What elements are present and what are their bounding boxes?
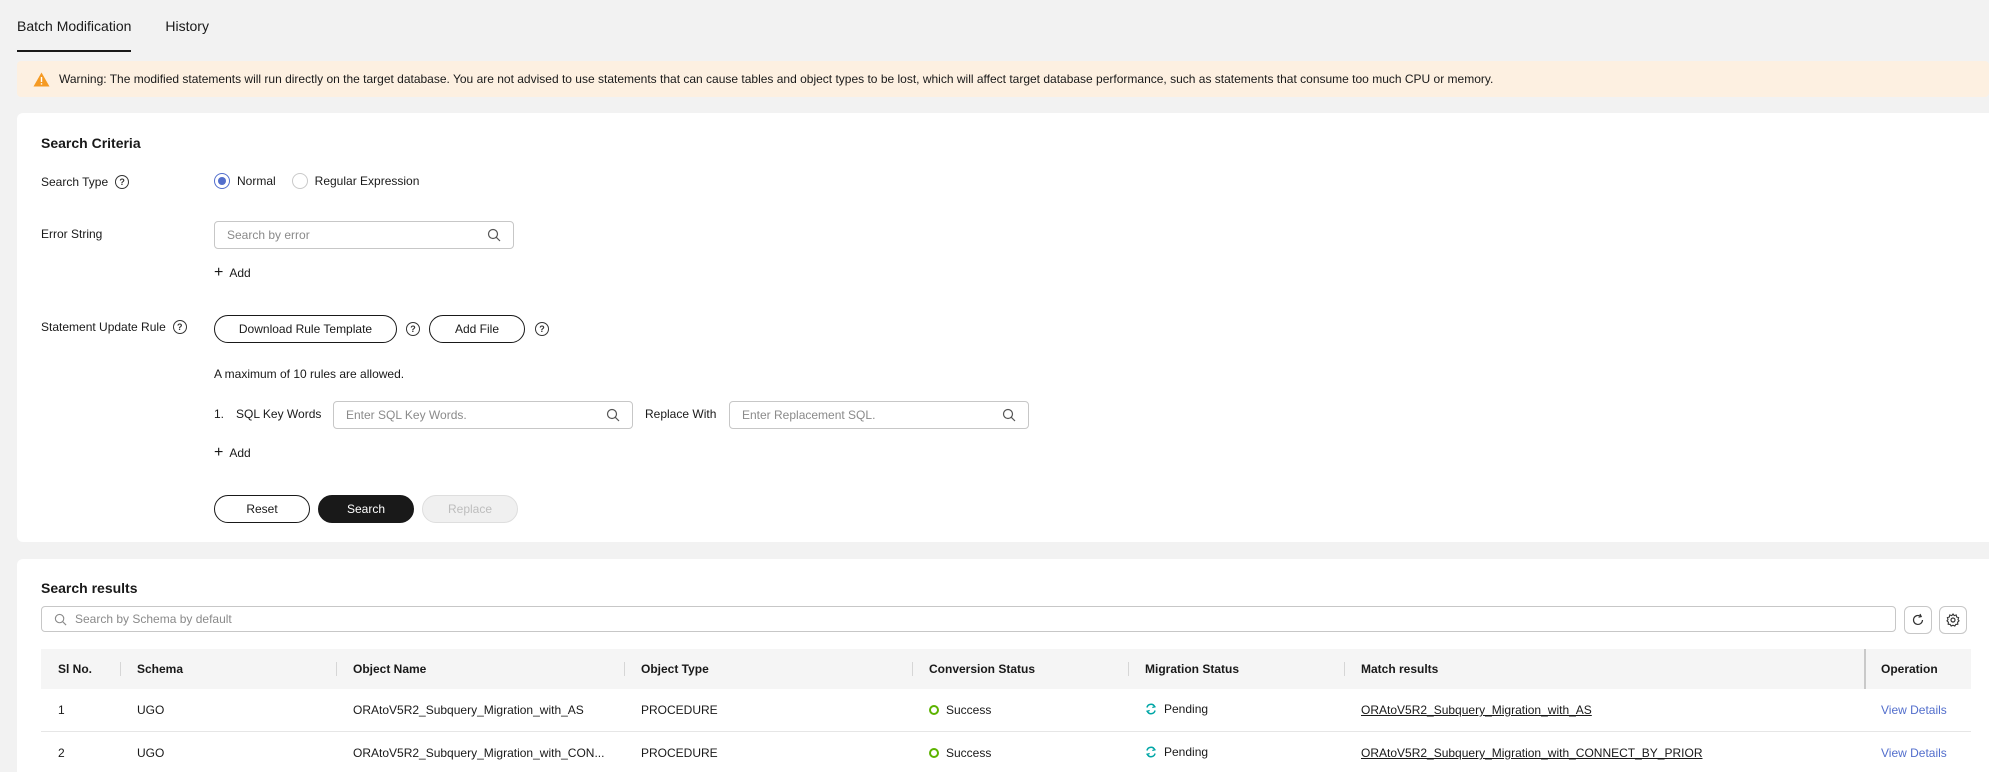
add-rule-button[interactable]: + Add — [214, 444, 251, 461]
add-error-string-label: Add — [229, 266, 251, 280]
cell-object-type: PROCEDURE — [641, 703, 718, 717]
rule-index: 1. — [214, 407, 225, 421]
search-type-label: Search Type — [41, 175, 109, 189]
replace-with-label: Replace With — [645, 407, 717, 421]
replacement-sql-input[interactable]: Enter Replacement SQL. — [729, 401, 1029, 429]
search-icon — [1002, 408, 1016, 422]
col-conversion-status: Conversion Status — [912, 649, 1128, 689]
success-status-icon — [929, 704, 939, 715]
cell-conversion-status: Success — [912, 746, 1128, 761]
results-search-input[interactable]: Search by Schema by default — [41, 606, 1896, 632]
statement-rule-label-row: Statement Update Rule ? — [41, 320, 187, 334]
help-icon[interactable]: ? — [115, 175, 130, 189]
cell-migration-status: Pending — [1128, 745, 1344, 761]
search-type-radio-group: Normal Regular Expression — [214, 173, 425, 189]
table-header: Sl No. Schema Object Name Object Type Co… — [41, 649, 1971, 689]
cell-migration-status: Pending — [1128, 702, 1344, 718]
cell-object-type: PROCEDURE — [641, 746, 718, 760]
download-rule-template-button[interactable]: Download Rule Template — [214, 315, 397, 343]
col-match-results: Match results — [1344, 649, 1864, 689]
search-icon — [54, 613, 67, 625]
replacement-sql-placeholder: Enter Replacement SQL. — [742, 408, 876, 422]
search-criteria-card: Search Criteria Search Type ? Normal Reg… — [17, 113, 1989, 542]
gear-icon — [1946, 613, 1960, 627]
cell-match-results: ORAtoV5R2_Subquery_Migration_with_CONNEC… — [1344, 746, 1864, 760]
warning-triangle-icon — [33, 72, 50, 86]
cell-schema: UGO — [137, 703, 165, 717]
col-object-name: Object Name — [336, 649, 624, 689]
replace-button[interactable]: Replace — [422, 495, 518, 523]
error-string-label: Error String — [41, 227, 103, 241]
sql-keywords-placeholder: Enter SQL Key Words. — [346, 408, 467, 422]
cell-operation: View Details — [1864, 703, 1971, 717]
add-rule-label: Add — [229, 446, 251, 460]
col-sl-no: Sl No. — [58, 662, 93, 676]
view-details-link[interactable]: View Details — [1881, 746, 1947, 760]
statement-rule-label: Statement Update Rule — [41, 320, 166, 334]
settings-button[interactable] — [1939, 606, 1967, 634]
error-string-input[interactable]: Search by error — [214, 221, 514, 249]
radio-normal[interactable]: Normal — [214, 173, 282, 189]
cell-operation: View Details — [1864, 746, 1971, 760]
reset-button[interactable]: Reset — [214, 495, 310, 523]
radio-regular-expression[interactable]: Regular Expression — [291, 173, 426, 189]
cell-no: 2 — [58, 746, 65, 760]
sql-keywords-input[interactable]: Enter SQL Key Words. — [333, 401, 633, 429]
cell-conversion-status: Success — [912, 703, 1128, 718]
radio-regex-label: Regular Expression — [314, 174, 420, 188]
search-results-card: Search results Search by Schema by defau… — [17, 559, 1989, 772]
results-table: Sl No. Schema Object Name Object Type Co… — [41, 649, 1971, 772]
results-search-placeholder: Search by Schema by default — [75, 612, 232, 626]
search-criteria-title: Search Criteria — [41, 135, 141, 151]
radio-normal-label: Normal — [237, 174, 276, 188]
col-object-type: Object Type — [624, 649, 912, 689]
search-button[interactable]: Search — [318, 495, 414, 523]
add-error-string-button[interactable]: + Add — [214, 264, 251, 281]
refresh-icon — [1912, 613, 1924, 626]
max-rules-note: A maximum of 10 rules are allowed. — [214, 367, 405, 381]
plus-icon: + — [214, 444, 224, 461]
refresh-button[interactable] — [1904, 606, 1932, 634]
plus-icon: + — [214, 264, 224, 281]
sql-keywords-label: SQL Key Words — [236, 407, 322, 421]
pending-sync-icon — [1145, 746, 1157, 758]
table-row: 1 UGO ORAtoV5R2_Subquery_Migration_with_… — [41, 689, 1971, 732]
cell-object-name: ORAtoV5R2_Subquery_Migration_with_AS — [353, 703, 584, 717]
help-icon[interactable]: ? — [172, 320, 187, 334]
cell-object-name: ORAtoV5R2_Subquery_Migration_with_CON... — [353, 746, 605, 760]
success-status-icon — [929, 747, 939, 758]
error-string-label-row: Error String — [41, 227, 102, 241]
warning-banner: Warning: The modified statements will ru… — [17, 61, 1989, 97]
tab-batch-modification[interactable]: Batch Modification — [17, 0, 132, 52]
match-result-link[interactable]: ORAtoV5R2_Subquery_Migration_with_AS — [1361, 703, 1592, 717]
cell-no: 1 — [58, 703, 65, 717]
match-result-link[interactable]: ORAtoV5R2_Subquery_Migration_with_CONNEC… — [1361, 746, 1702, 760]
top-tabs: Batch Modification History — [17, 0, 209, 52]
error-string-placeholder: Search by error — [227, 228, 310, 242]
add-file-button[interactable]: Add File — [429, 315, 525, 343]
search-type-label-row: Search Type ? — [41, 175, 130, 189]
tab-history[interactable]: History — [165, 0, 209, 44]
search-icon — [606, 408, 620, 422]
cell-schema: UGO — [137, 746, 165, 760]
search-icon — [487, 228, 501, 242]
table-row: 2 UGO ORAtoV5R2_Subquery_Migration_with_… — [41, 732, 1971, 772]
search-results-title: Search results — [41, 580, 138, 596]
warning-text: Warning: The modified statements will ru… — [59, 72, 1494, 86]
col-operation: Operation — [1864, 649, 1971, 689]
pending-sync-icon — [1145, 703, 1157, 715]
help-icon[interactable]: ? — [406, 322, 420, 336]
view-details-link[interactable]: View Details — [1881, 703, 1947, 717]
col-schema: Schema — [120, 649, 336, 689]
radio-normal-circle[interactable] — [214, 173, 230, 189]
radio-regex-circle[interactable] — [291, 173, 308, 189]
col-migration-status: Migration Status — [1128, 649, 1344, 689]
help-icon[interactable]: ? — [535, 322, 549, 336]
cell-match-results: ORAtoV5R2_Subquery_Migration_with_AS — [1344, 703, 1864, 717]
